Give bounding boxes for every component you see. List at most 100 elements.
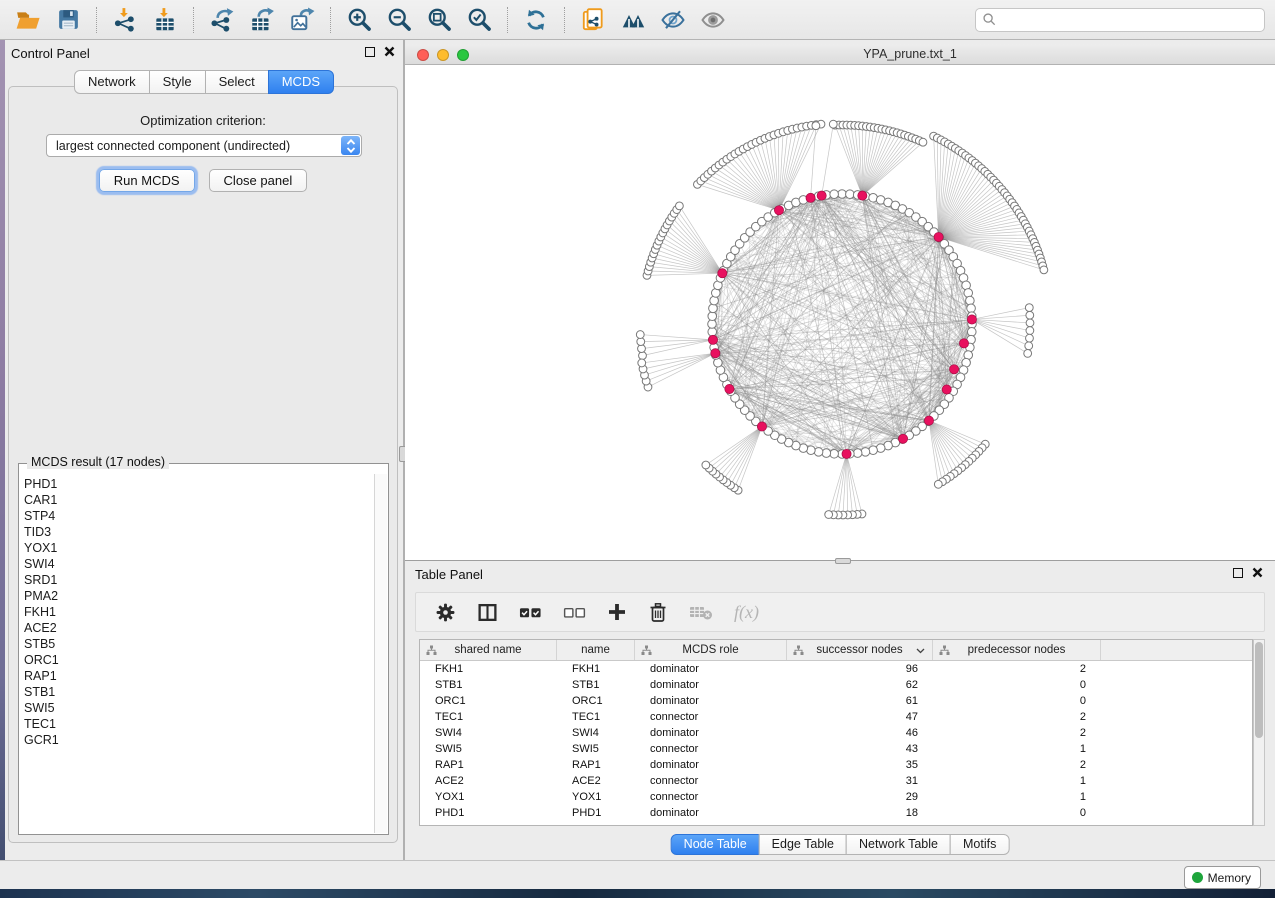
cell[interactable]: dominator	[635, 661, 787, 677]
import-table-icon[interactable]	[150, 5, 180, 35]
show-graphics-eye-icon[interactable]	[698, 5, 728, 35]
cell[interactable]: 35	[787, 757, 933, 773]
close-table-panel-icon[interactable]	[1252, 567, 1263, 578]
cell[interactable]: 96	[787, 661, 933, 677]
mcds-result-item[interactable]: TID3	[24, 524, 374, 540]
cell[interactable]: FKH1	[420, 661, 557, 677]
cell[interactable]: 43	[787, 741, 933, 757]
cell[interactable]: YOX1	[557, 789, 635, 805]
table-row-FKH1[interactable]: FKH1FKH1dominator962	[420, 661, 1252, 677]
search-box[interactable]	[975, 8, 1265, 32]
share-document-icon[interactable]	[578, 5, 608, 35]
tab-network-table[interactable]: Network Table	[846, 834, 951, 855]
mcds-result-item[interactable]: SWI5	[24, 700, 374, 716]
cell[interactable]: 18	[787, 805, 933, 821]
table-row-YOX1[interactable]: YOX1YOX1connector291	[420, 789, 1252, 805]
cell[interactable]: dominator	[635, 677, 787, 693]
table-scrollbar-thumb[interactable]	[1255, 642, 1263, 738]
column-header-name[interactable]: name	[557, 640, 635, 660]
cell[interactable]: dominator	[635, 693, 787, 709]
network-canvas[interactable]	[405, 65, 1275, 559]
close-window-traffic-light[interactable]	[417, 49, 429, 61]
mcds-result-item[interactable]: RAP1	[24, 668, 374, 684]
cell[interactable]: dominator	[635, 757, 787, 773]
network-window-titlebar[interactable]: YPA_prune.txt_1	[405, 44, 1275, 65]
mcds-result-list[interactable]: PHD1CAR1STP4TID3YOX1SWI4SRD1PMA2FKH1ACE2…	[20, 474, 374, 833]
zoom-fit-icon[interactable]	[424, 5, 454, 35]
export-image-icon[interactable]	[287, 5, 317, 35]
tab-style[interactable]: Style	[149, 70, 206, 94]
column-header-MCDS-role[interactable]: MCDS role	[635, 640, 787, 660]
cell[interactable]: 61	[787, 693, 933, 709]
open-file-icon[interactable]	[13, 5, 43, 35]
cell[interactable]: connector	[635, 741, 787, 757]
mcds-result-item[interactable]: SWI4	[24, 556, 374, 572]
zoom-selected-icon[interactable]	[464, 5, 494, 35]
cell[interactable]: 46	[787, 725, 933, 741]
cell[interactable]: PHD1	[420, 805, 557, 821]
select-all-rows-icon[interactable]	[519, 604, 542, 621]
cell[interactable]: RAP1	[420, 757, 557, 773]
cell[interactable]: SWI4	[420, 725, 557, 741]
mcds-result-item[interactable]: TEC1	[24, 716, 374, 732]
mcds-result-item[interactable]: PHD1	[24, 476, 374, 492]
cell[interactable]: 0	[933, 677, 1101, 693]
tab-network[interactable]: Network	[74, 70, 150, 94]
tab-mcds[interactable]: MCDS	[268, 70, 334, 94]
cell[interactable]: 62	[787, 677, 933, 693]
network-graph[interactable]	[405, 65, 1275, 559]
cell[interactable]: ORC1	[420, 693, 557, 709]
mcds-list-scrollbar[interactable]	[374, 474, 387, 833]
cell[interactable]: ORC1	[557, 693, 635, 709]
table-vertical-scrollbar[interactable]	[1253, 639, 1265, 826]
memory-button[interactable]: Memory	[1184, 866, 1261, 889]
delete-column-trash-icon[interactable]	[648, 602, 668, 623]
cell[interactable]: connector	[635, 789, 787, 805]
mcds-result-item[interactable]: ORC1	[24, 652, 374, 668]
mcds-result-item[interactable]: YOX1	[24, 540, 374, 556]
column-header-successor-nodes[interactable]: successor nodes	[787, 640, 933, 660]
table-row-SWI5[interactable]: SWI5SWI5connector431	[420, 741, 1252, 757]
mcds-result-item[interactable]: GCR1	[24, 732, 374, 748]
mcds-result-item[interactable]: STB5	[24, 636, 374, 652]
cell[interactable]: SWI5	[557, 741, 635, 757]
import-network-icon[interactable]	[110, 5, 140, 35]
cell[interactable]: dominator	[635, 725, 787, 741]
show-columns-icon[interactable]	[477, 602, 498, 623]
cell[interactable]: 2	[933, 709, 1101, 725]
run-mcds-button[interactable]: Run MCDS	[99, 169, 195, 192]
close-panel-button[interactable]: Close panel	[209, 169, 308, 192]
binoculars-icon[interactable]	[618, 5, 648, 35]
table-row-PHD1[interactable]: PHD1PHD1dominator180	[420, 805, 1252, 821]
table-row-TEC1[interactable]: TEC1TEC1connector472	[420, 709, 1252, 725]
column-header-shared-name[interactable]: shared name	[420, 640, 557, 660]
table-row-RAP1[interactable]: RAP1RAP1dominator352	[420, 757, 1252, 773]
cell[interactable]: dominator	[635, 805, 787, 821]
cell[interactable]: connector	[635, 773, 787, 789]
cell[interactable]: 1	[933, 789, 1101, 805]
cell[interactable]: FKH1	[557, 661, 635, 677]
mcds-result-item[interactable]: FKH1	[24, 604, 374, 620]
table-settings-gear-icon[interactable]	[435, 602, 456, 623]
table-row-ORC1[interactable]: ORC1ORC1dominator610	[420, 693, 1252, 709]
tab-edge-table[interactable]: Edge Table	[759, 834, 847, 855]
cell[interactable]: ACE2	[557, 773, 635, 789]
cell[interactable]: connector	[635, 709, 787, 725]
cell[interactable]: STB1	[557, 677, 635, 693]
cell[interactable]: YOX1	[420, 789, 557, 805]
cell[interactable]: 0	[933, 805, 1101, 821]
tab-node-table[interactable]: Node Table	[671, 834, 760, 855]
float-panel-icon[interactable]	[365, 47, 375, 57]
table-row-SWI4[interactable]: SWI4SWI4dominator462	[420, 725, 1252, 741]
mcds-result-item[interactable]: ACE2	[24, 620, 374, 636]
tab-select[interactable]: Select	[205, 70, 269, 94]
export-network-icon[interactable]	[207, 5, 237, 35]
column-header-predecessor-nodes[interactable]: predecessor nodes	[933, 640, 1101, 660]
cell[interactable]: 29	[787, 789, 933, 805]
deselect-all-rows-icon[interactable]	[563, 604, 586, 621]
optimization-criterion-select[interactable]: largest connected component (undirected)	[46, 134, 362, 157]
search-input[interactable]	[997, 10, 1264, 30]
cell[interactable]: TEC1	[420, 709, 557, 725]
cell[interactable]: SWI4	[557, 725, 635, 741]
minimize-window-traffic-light[interactable]	[437, 49, 449, 61]
